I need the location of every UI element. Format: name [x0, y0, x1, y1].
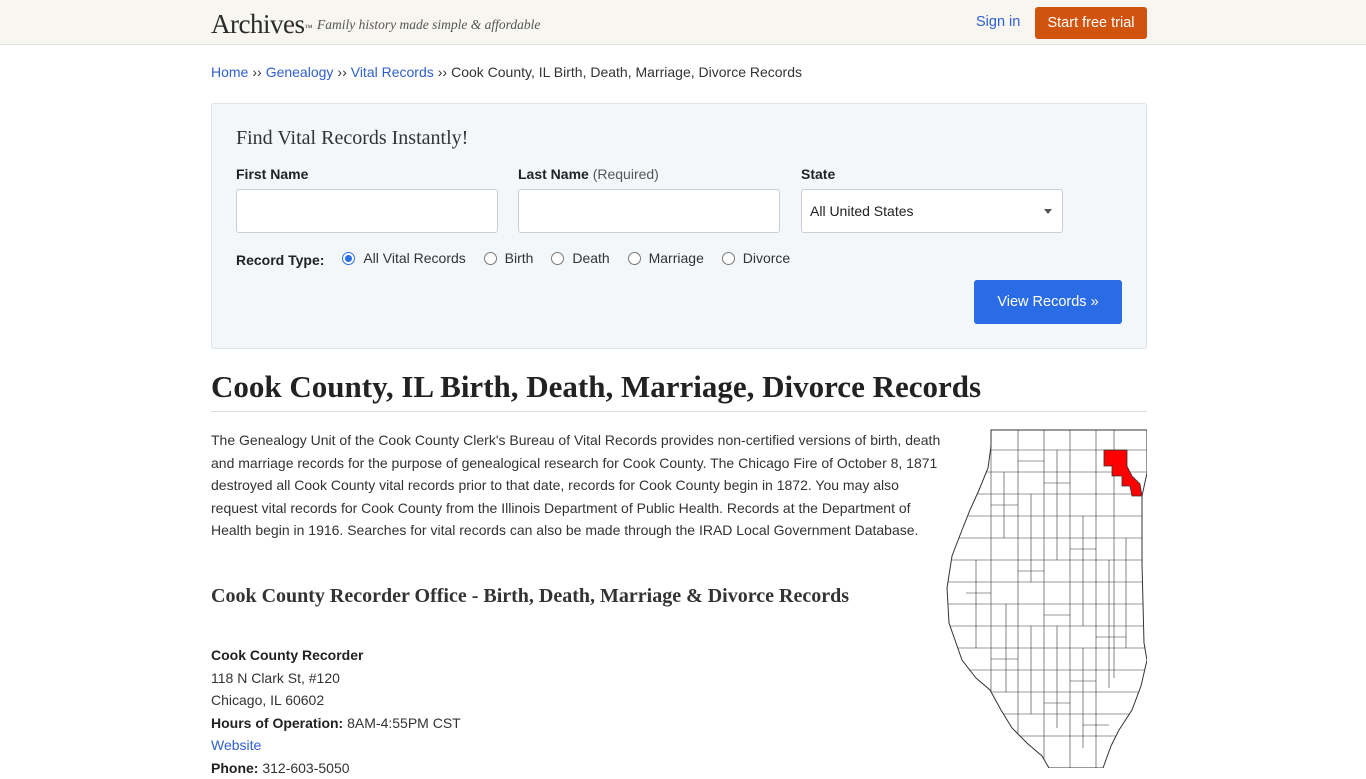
radio-marriage[interactable]: Marriage [627, 250, 704, 266]
logo-trademark: ™ [304, 23, 312, 32]
radio-unchecked-icon[interactable] [627, 251, 641, 265]
radio-checked-icon[interactable] [342, 251, 356, 265]
breadcrumb-separator: ›› [437, 64, 448, 80]
office-name: Cook County Recorder [211, 647, 364, 663]
breadcrumb-separator: ›› [337, 64, 347, 80]
radio-label: All Vital Records [363, 250, 466, 266]
sign-in-link[interactable]: Sign in [976, 14, 1020, 30]
first-name-input[interactable] [236, 189, 498, 233]
radio-all-vital-records[interactable]: All Vital Records [342, 250, 466, 266]
archives-logo[interactable]: Archives™ [211, 10, 312, 38]
page-title: Cook County, IL Birth, Death, Marriage, … [211, 369, 982, 404]
illinois-county-map [946, 429, 1147, 768]
breadcrumb-genealogy[interactable]: Genealogy [266, 64, 334, 80]
state-label: State [801, 166, 836, 182]
tagline: Family history made simple & affordable [317, 17, 541, 32]
last-name-input[interactable] [518, 189, 780, 233]
radio-birth[interactable]: Birth [483, 250, 534, 266]
state-select-value: All United States [810, 203, 914, 219]
breadcrumb-vital-records[interactable]: Vital Records [351, 64, 434, 80]
radio-unchecked-icon[interactable] [721, 251, 735, 265]
breadcrumb: Home ›› Genealogy ›› Vital Records ›› Cook Cou… [211, 64, 802, 80]
hours-value: 8AM-4:55PM CST [347, 714, 461, 731]
state-select[interactable]: All United States [801, 189, 1063, 233]
last-name-label: Last Name (Required) [518, 166, 659, 182]
hours-label: Hours of Operation: [211, 714, 344, 731]
record-type-label: Record Type: [236, 251, 325, 268]
last-name-label-text: Last Name [518, 166, 589, 182]
breadcrumb-home[interactable]: Home [211, 64, 248, 80]
start-free-trial-button[interactable]: Start free trial [1035, 7, 1147, 39]
radio-unchecked-icon[interactable] [483, 251, 497, 265]
section-title: Cook County Recorder Office - Birth, Dea… [211, 585, 849, 607]
search-panel: Find Vital Records Instantly! First Name… [211, 103, 1147, 349]
office-address-line1: 118 N Clark St, #120 [211, 669, 340, 686]
title-divider [211, 411, 1147, 412]
radio-divorce[interactable]: Divorce [721, 250, 791, 266]
office-address-line2: Chicago, IL 60602 [211, 692, 325, 708]
radio-label: Marriage [648, 250, 704, 266]
logo-text: Archives [211, 9, 305, 39]
radio-death[interactable]: Death [551, 250, 610, 266]
breadcrumb-separator: ›› [252, 64, 262, 80]
first-name-label: First Name [236, 166, 309, 182]
radio-unchecked-icon[interactable] [551, 251, 565, 265]
record-type-group: Record Type: All Vital Records Birth Dea… [236, 250, 804, 268]
radio-label: Birth [504, 250, 534, 266]
radio-label: Death [572, 250, 610, 266]
view-records-button[interactable]: View Records » [974, 280, 1122, 324]
intro-paragraph: The Genealogy Unit of the Cook County Cl… [211, 432, 941, 538]
top-navbar: Archives™ Family history made simple & a… [0, 0, 1366, 45]
required-hint: (Required) [592, 166, 659, 182]
state-outline [946, 429, 1147, 768]
recorder-office-info: Cook County Recorder 118 N Clark St, #12… [211, 644, 461, 779]
breadcrumb-current: Cook County, IL Birth, Death, Marriage, … [451, 64, 802, 80]
search-panel-title: Find Vital Records Instantly! [236, 127, 469, 149]
chevron-down-icon [1044, 209, 1052, 214]
radio-label: Divorce [742, 250, 791, 266]
office-website-link[interactable]: Website [211, 737, 261, 753]
